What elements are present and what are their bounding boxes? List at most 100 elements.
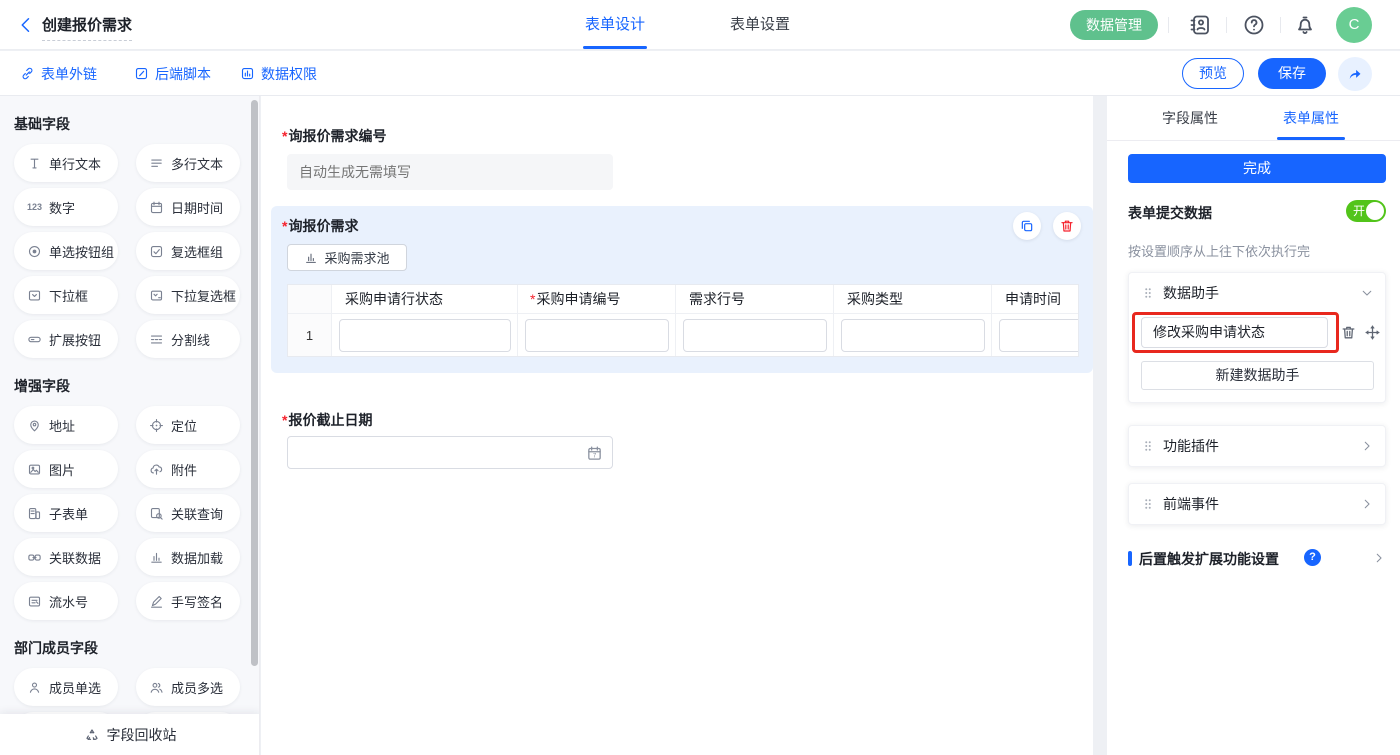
field-recycle-bin[interactable]: 字段回收站 [0,714,260,755]
form-toolbar: 表单外链 后端脚本 数据权限 预览 保存 [0,51,1400,96]
share-button[interactable] [1338,57,1372,91]
active-tab-underline [583,46,647,49]
sidebar-scrollbar-thumb[interactable] [251,100,258,666]
field-label: 流水号 [49,592,88,611]
backend-script-link[interactable]: 后端脚本 [134,51,211,96]
cell-input-status[interactable] [339,319,511,352]
delete-field-button[interactable] [1053,212,1081,240]
sidebar-item-multi-dropdown[interactable]: 下拉复选框 [136,276,240,314]
preview-button[interactable]: 预览 [1182,58,1244,89]
data-permission-label: 数据权限 [261,64,317,84]
plugin-title: 功能插件 [1163,436,1219,456]
cell-input-type[interactable] [841,319,985,352]
sidebar-item-attachment[interactable]: 附件 [136,450,240,488]
subform-section-selected[interactable]: *询报价需求 采购需求池 采购申请行状态 *采购申请编号 需求行号 采购类型 申… [271,206,1093,373]
table-cell [676,314,834,357]
field-label: 关联数据 [49,548,101,567]
tab-form-design[interactable]: 表单设计 [570,0,660,49]
sidebar-item-serial-number[interactable]: 流水号 [14,582,118,620]
tab-field-properties[interactable]: 字段属性 [1135,96,1245,140]
field-label: 下拉复选框 [171,286,236,305]
sidebar-item-member-multi[interactable]: 成员多选 [136,668,240,706]
sidebar-item-data-load[interactable]: 数据加载 [136,538,240,576]
checkbox-icon [149,244,164,259]
blue-accent-bar [1128,551,1132,566]
field-label: 成员多选 [171,678,223,697]
tabs-divider [1107,140,1400,141]
sidebar-item-extend-button[interactable]: 扩展按钮 [14,320,118,358]
frontend-event-card: 前端事件 [1128,483,1386,525]
tab-field-properties-label: 字段属性 [1162,110,1218,126]
submit-data-label: 表单提交数据 [1128,203,1212,223]
data-permission-link[interactable]: 数据权限 [240,51,317,96]
subform-icon [27,506,42,521]
request-no-input[interactable] [287,154,613,190]
sidebar-item-image[interactable]: 图片 [14,450,118,488]
sidebar-item-geolocate[interactable]: 定位 [136,406,240,444]
new-assistant-button[interactable]: 新建数据助手 [1141,361,1374,390]
submit-data-toggle[interactable]: 开 [1346,200,1386,222]
chevron-right-icon [1360,497,1374,511]
done-button[interactable]: 完成 [1128,154,1386,183]
drag-handle-icon[interactable] [1141,497,1155,511]
frontend-event-header[interactable]: 前端事件 [1129,484,1385,524]
sidebar-item-radio-group[interactable]: 单选按钮组 [14,232,118,270]
dropdown-icon [27,288,42,303]
column-header: 采购类型 [834,285,992,314]
tab-form-settings[interactable]: 表单设置 [715,0,805,49]
divider-lines-icon [149,332,164,347]
assistant-item[interactable]: 修改采购申请状态 [1141,317,1328,348]
help-icon[interactable] [1242,13,1266,37]
contact-book-icon[interactable] [1188,13,1212,37]
delete-assistant-icon[interactable] [1340,324,1357,341]
tab-form-properties-label: 表单属性 [1283,110,1339,126]
form-external-link-label: 表单外链 [41,64,97,84]
drag-handle-icon[interactable] [1141,286,1155,300]
user-avatar[interactable]: C [1336,7,1372,43]
data-manage-button[interactable]: 数据管理 [1070,10,1158,40]
sidebar-item-checkbox-group[interactable]: 复选框组 [136,232,240,270]
header-divider [1168,17,1169,33]
header-divider [1280,17,1281,33]
target-icon [149,418,164,433]
sidebar-item-datetime[interactable]: 日期时间 [136,188,240,226]
sidebar-item-address[interactable]: 地址 [14,406,118,444]
notification-bell-icon[interactable] [1293,13,1317,37]
sidebar-item-subform[interactable]: 子表单 [14,494,118,532]
group-title-basic: 基础字段 [14,114,259,134]
page-title[interactable]: 创建报价需求 [42,14,132,41]
drag-handle-icon[interactable] [1141,439,1155,453]
pool-button-label: 采购需求池 [324,248,389,267]
cell-input-request-no[interactable] [525,319,669,352]
tab-form-properties[interactable]: 表单属性 [1256,96,1366,140]
sidebar-item-multi-text[interactable]: 多行文本 [136,144,240,182]
deadline-date-input[interactable]: 7 [287,436,613,469]
field-label: 扩展按钮 [49,330,101,349]
bar-chart-icon [149,550,164,565]
script-icon [134,66,149,81]
back-icon[interactable] [16,15,36,35]
text-cursor-icon [27,156,42,171]
data-assistant-header[interactable]: 数据助手 [1129,273,1385,313]
form-external-link[interactable]: 表单外链 [20,51,97,96]
purchase-pool-button[interactable]: 采购需求池 [287,244,407,271]
save-button[interactable]: 保存 [1258,58,1326,89]
linked-data-icon [27,550,42,565]
question-circle-icon[interactable]: ? [1304,549,1321,566]
sidebar-item-number[interactable]: 123数字 [14,188,118,226]
sidebar-item-divider[interactable]: 分割线 [136,320,240,358]
plugin-header[interactable]: 功能插件 [1129,426,1385,466]
sidebar-item-dropdown[interactable]: 下拉框 [14,276,118,314]
cell-input-time[interactable] [999,319,1079,352]
sidebar-item-relation-data[interactable]: 关联数据 [14,538,118,576]
chevron-right-icon [1372,551,1386,565]
sidebar-item-relation-query[interactable]: 关联查询 [136,494,240,532]
sidebar-item-member-single[interactable]: 成员单选 [14,668,118,706]
move-assistant-icon[interactable] [1364,324,1381,341]
copy-field-button[interactable] [1013,212,1041,240]
multiline-text-icon [149,156,164,171]
post-trigger-settings[interactable]: 后置触发扩展功能设置 ? [1128,548,1386,570]
cell-input-line-no[interactable] [683,319,827,352]
sidebar-item-single-text[interactable]: 单行文本 [14,144,118,182]
sidebar-item-signature[interactable]: 手写签名 [136,582,240,620]
